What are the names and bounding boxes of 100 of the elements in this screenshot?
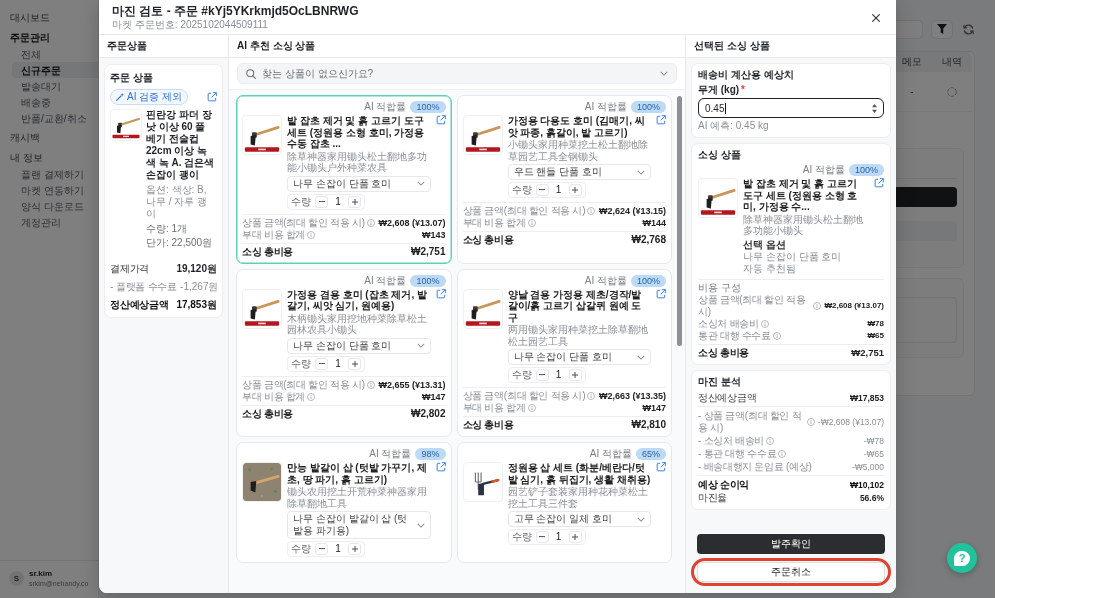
hoe-on-soil-drawing bbox=[242, 462, 282, 502]
plus-icon bbox=[572, 534, 578, 540]
cost-label: 상품 금액(최대 할인 적용 시) bbox=[698, 293, 807, 318]
hoe-drawing bbox=[698, 178, 738, 218]
cost-value: ₩2,768 bbox=[631, 234, 666, 246]
option-select[interactable]: 우드 핸들 단품 호미 bbox=[507, 164, 651, 180]
external-link-icon[interactable] bbox=[656, 288, 666, 299]
user-name: sr.kim bbox=[29, 569, 54, 579]
external-link-icon[interactable] bbox=[435, 115, 446, 125]
option-select[interactable]: 고무 손잡이 일체 호미 bbox=[507, 511, 651, 527]
product-subtitle: 除草神器家用锄头松土翻地多功能小锄头 bbox=[743, 213, 864, 237]
confirm-order-button[interactable]: 발주확인 bbox=[697, 534, 885, 554]
garden-tools-drawing bbox=[462, 462, 503, 502]
cost-label: 상품 금액(최대 할인 적용 시) bbox=[462, 390, 586, 402]
cost-label: 소싱 총비용 bbox=[698, 346, 749, 359]
option-select[interactable]: 나무 손잡이 밭갈이 삽 (텃밭용 파기용) bbox=[287, 511, 431, 539]
margin-value: ₩10,102 bbox=[849, 478, 884, 491]
card-heading: 주문 상품 bbox=[110, 71, 154, 85]
plus-icon bbox=[351, 360, 358, 367]
magic-wand-icon bbox=[116, 93, 124, 101]
weight-input[interactable]: 0.45 bbox=[698, 98, 884, 118]
increase-button[interactable] bbox=[348, 543, 361, 555]
sidebar-item[interactable]: 캐시백 bbox=[0, 128, 98, 146]
margin-value: -₩2,608 (¥13.07) bbox=[817, 415, 884, 428]
cost-label: 부대 비용 합계 bbox=[462, 217, 526, 229]
increase-button[interactable] bbox=[568, 531, 582, 543]
product-card[interactable]: AI 적합률 100% 밭 잡초 제거 및 흙 고르기 도구 세트 (정원용 소형 호미, 가정용 수동 잡초 ... 除草神器家用锄头松土翻地多功能小锄头户外种菜农具 나무 손잡이 단품 호미 수량 1 상품 금액(최대 할인 적용 시) ₩2,608 (¥13.07) 부대 비용 합계 ₩143 소싱 총비용 ₩2,751 bbox=[236, 95, 452, 264]
product-card[interactable]: AI 적합률 98% 만능 밭갈이 삽 (텃밭 가꾸기, 제초, 땅 파기, 흙 고르기) 锄头农用挖土开荒种菜神器家用除草翻地工具 나무 손잡이 밭갈이 삽 (텃밭용 파기용) 수량 1 bbox=[236, 442, 452, 563]
increase-button[interactable] bbox=[348, 357, 361, 370]
product-title: 밭 잡초 제거 및 흙 고르기 도구 세트 (정원용 소형 호미, 가정용 수동 잡초 ... bbox=[287, 115, 426, 150]
decrease-button[interactable] bbox=[535, 531, 549, 543]
sidebar-subitem[interactable]: 양식 다운로드 bbox=[12, 198, 98, 214]
cancel-order-button[interactable]: 주문취소 bbox=[697, 562, 885, 582]
sidebar-subitem[interactable]: 신규주문 bbox=[12, 62, 98, 78]
cost-label: 소싱처 배송비 bbox=[698, 317, 759, 330]
chevron-down-icon bbox=[416, 522, 425, 528]
sidebar-subitem[interactable]: 배송중 bbox=[12, 94, 98, 110]
sidebar-item[interactable]: 주문관리 bbox=[0, 28, 98, 46]
decrease-button[interactable] bbox=[315, 195, 328, 208]
cost-value: ₩78 bbox=[867, 317, 884, 330]
option-select[interactable]: 나무 손잡이 단품 호미 bbox=[287, 175, 431, 192]
chevron-down-icon bbox=[416, 181, 425, 186]
badge-text: AI 검증 제외 bbox=[127, 91, 182, 103]
option-heading: 선택 옵션 bbox=[743, 238, 787, 251]
margin-value: -₩78 bbox=[863, 434, 884, 447]
external-link-icon[interactable] bbox=[656, 462, 666, 472]
cost-value: ₩2,802 bbox=[411, 407, 446, 420]
filter-button[interactable] bbox=[931, 19, 953, 39]
cost-label: 상품 금액(최대 할인 적용 시) bbox=[462, 205, 586, 217]
sidebar-subitem[interactable]: 계정관리 bbox=[12, 214, 98, 230]
user-avatar: S bbox=[9, 571, 24, 586]
sidebar-subitem[interactable]: 전체 bbox=[12, 46, 98, 62]
increase-button[interactable] bbox=[568, 369, 582, 381]
product-card[interactable]: AI 적합률 65% 정원용 삽 세트 (화분/베란다/텃밭 심기, 흙 뒤집기, 생활 채취용) 园艺铲子套装家用种花种菜松土挖土工具三件套 고무 손잡이 일체 호미 수량 1 bbox=[456, 442, 672, 563]
quantity-value: 1 bbox=[334, 357, 342, 370]
margin-label: - 배송대행지 운임료 (예상) bbox=[698, 460, 812, 473]
external-link-icon[interactable] bbox=[435, 462, 446, 472]
sidebar-subitem[interactable]: 마켓 연동하기 bbox=[12, 182, 98, 198]
minus-icon bbox=[539, 374, 545, 376]
product-search-field[interactable]: 찾는 상품이 없으신가요? bbox=[237, 63, 677, 84]
sidebar-subitem[interactable]: 플랜 결제하기 bbox=[12, 166, 98, 182]
product-card[interactable]: AI 적합률 100% 가정용 다용도 호미 (김매기, 씨앗 파종, 흙갈이, 밭 고르기) 小锄头家用种菜挖土松土翻地除草园艺工具全钢锄头 우드 핸들 단품 호미 수량 1 상품 금액(최대 할인 적용 시) ₩2,624 (¥13.15) 부대 비용 합계 ₩144 소싱 총비용 ₩2,768 bbox=[456, 95, 672, 264]
scrollbar-thumb[interactable] bbox=[677, 96, 682, 346]
margin-value: 56.6% bbox=[859, 491, 884, 504]
chevron-down-icon bbox=[637, 169, 645, 175]
option-note: 자동 추천됨 bbox=[743, 262, 797, 275]
increase-button[interactable] bbox=[568, 184, 582, 196]
product-card[interactable]: AI 적합률 100% 가정용 겸용 호미 (잡초 제거, 밭 갈기, 씨앗 심기, 원예용) 木柄锄头家用挖地种菜除草松土园林农具小锄头 나무 손잡이 단품 호미 수량 1 상품 금액(최대 할인 적용 시) ₩2,655 (¥13.31) 부대 비용 합계 ₩147 소싱 총비용 ₩2,802 bbox=[236, 268, 452, 437]
decrease-button[interactable] bbox=[535, 369, 549, 381]
decrease-button[interactable] bbox=[315, 543, 328, 555]
quantity-label: 수량 bbox=[291, 195, 311, 208]
quantity-label: 수량 bbox=[511, 184, 532, 196]
product-card[interactable]: AI 적합률 100% 양날 겸용 가정용 제초/경작/밭갈이/흙 고르기 삽갈퀴 원예 도구 两用锄头家用种菜挖土除草翻地松土园艺工具 나무 손잡이 단품 호미 수량 1 상품 금액(최대 할인 적용 시) ₩2,663 (¥13.35) 부대 비용 합계 ₩147 소싱 총비용 ₩2,810 bbox=[456, 268, 672, 437]
margin-label: - 통관 대행 수수료 bbox=[698, 447, 777, 460]
cost-label: 소싱 총비용 bbox=[462, 234, 514, 246]
option-select[interactable]: 나무 손잡이 단품 호미 bbox=[507, 349, 651, 365]
cost-label: 부대 비용 합계 bbox=[242, 390, 306, 403]
external-link-icon[interactable] bbox=[874, 178, 884, 188]
sidebar-item[interactable]: 대시보드 bbox=[0, 8, 98, 26]
unit-price: 단가: 22,500원 bbox=[146, 237, 213, 249]
decrease-button[interactable] bbox=[315, 357, 328, 370]
cost-label: 소싱 총비용 bbox=[242, 245, 293, 258]
stepper-arrows-icon[interactable] bbox=[872, 103, 877, 113]
sidebar-item[interactable]: 내 정보 bbox=[0, 148, 98, 166]
product-title: 가정용 다용도 호미 (김매기, 씨앗 파종, 흙갈이, 밭 고르기) bbox=[507, 115, 646, 138]
match-badge: 100% bbox=[848, 164, 884, 176]
margin-value: ₩17,853 bbox=[849, 391, 884, 404]
external-link-icon[interactable] bbox=[435, 288, 446, 299]
increase-button[interactable] bbox=[348, 195, 361, 208]
external-link-icon[interactable] bbox=[656, 115, 666, 125]
product-option: 옵션: 색상: B, 나무 / 자루 괭이 bbox=[146, 184, 217, 220]
circle-icon bbox=[947, 86, 957, 97]
quantity-label: 수량 bbox=[291, 357, 311, 370]
sidebar-subitem[interactable]: 반품/교환/취소 bbox=[12, 110, 98, 126]
external-link-icon[interactable] bbox=[207, 92, 217, 102]
order-number: 마켓 주문번호: 2025102044509111 bbox=[112, 19, 269, 31]
option-select[interactable]: 나무 손잡이 단품 호미 bbox=[287, 337, 431, 354]
decrease-button[interactable] bbox=[535, 184, 549, 196]
sidebar-subitem[interactable]: 발송대기 bbox=[12, 78, 98, 94]
hoe-drawing bbox=[462, 288, 503, 329]
